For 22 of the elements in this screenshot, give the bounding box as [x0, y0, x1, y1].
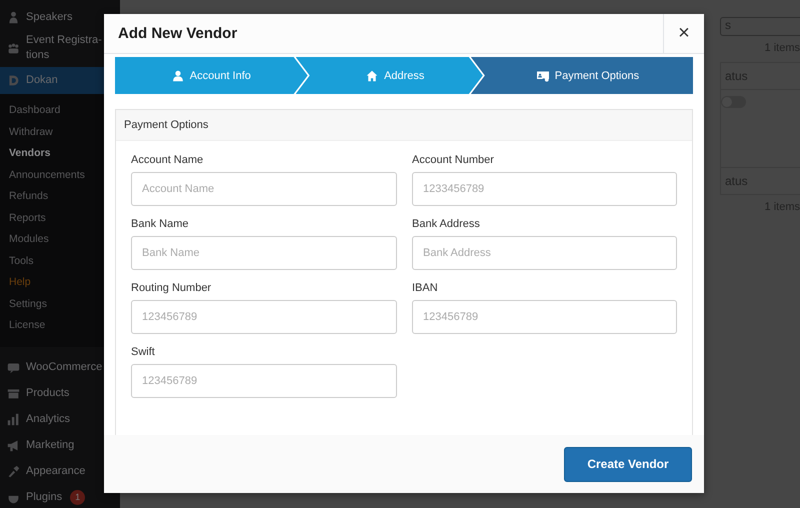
menu-label: Analytics: [26, 412, 70, 427]
menu-label: Speakers: [26, 10, 72, 25]
menu-label: Event Registra-tions: [26, 33, 103, 63]
menu-label: Marketing: [26, 438, 74, 453]
field-label: Account Number: [412, 154, 495, 167]
menu-label: WooCommerce: [26, 360, 102, 375]
step-label: Payment Options: [554, 70, 640, 82]
dialog-title: Add New Vendor: [117, 24, 238, 44]
step-label: Address: [384, 70, 424, 82]
field-label: Routing Number: [131, 282, 212, 295]
menu-label: Dokan: [26, 73, 58, 88]
count-badge: 1: [70, 490, 86, 505]
menu-label: Appearance: [26, 464, 86, 479]
menu-label: Plugins: [26, 490, 62, 505]
menu-label: Products: [26, 386, 70, 401]
section-title: Payment Options: [124, 119, 208, 131]
step-label: Account Info: [190, 70, 251, 82]
field-label: IBAN: [412, 282, 439, 295]
field-label: Bank Name: [131, 218, 190, 231]
field-label: Account Name: [131, 154, 204, 167]
field-label: Swift: [131, 346, 156, 359]
field-label: Bank Address: [412, 218, 481, 231]
